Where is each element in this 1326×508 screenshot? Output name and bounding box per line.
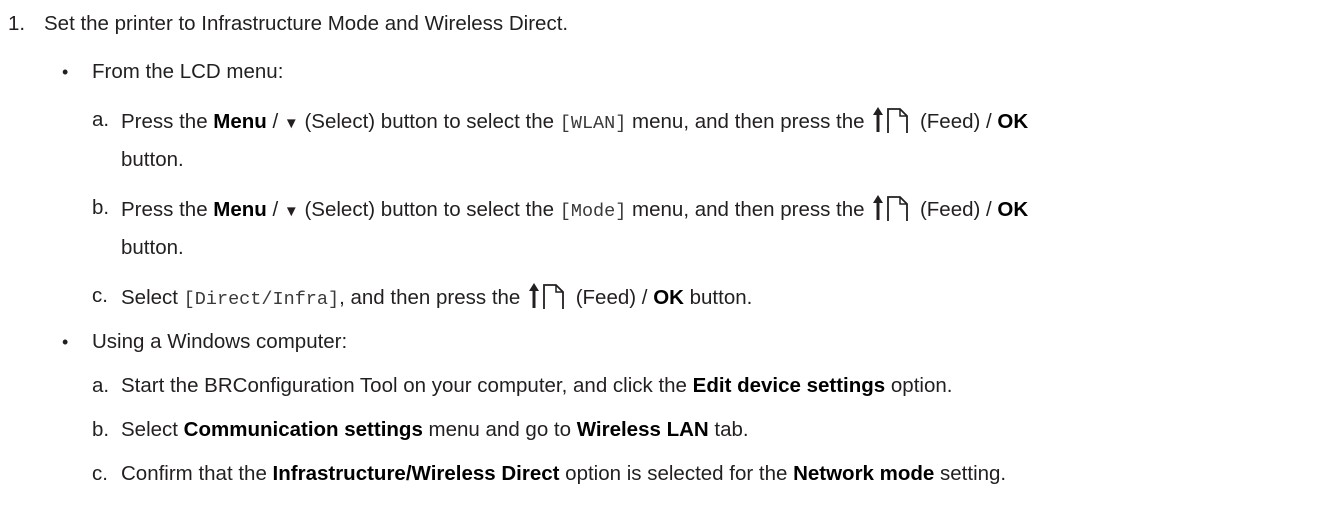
lcd-heading: From the LCD menu: (92, 60, 284, 83)
windows-step-a-letter: a. (92, 374, 110, 397)
windows-step-c-letter: c. (92, 462, 108, 485)
text: (Feed) / (570, 286, 654, 309)
text: / (266, 110, 284, 133)
menu-code: [Direct/Infra] (183, 289, 340, 310)
ok-button-label: OK (653, 286, 684, 309)
text: (Select) button to select the (298, 198, 560, 221)
text: option is selected for the (559, 462, 794, 485)
lcd-step-c-letter: c. (92, 284, 108, 307)
text: Confirm that the (121, 462, 273, 485)
bullet-windows: • (62, 332, 69, 352)
feed-button-icon (872, 194, 912, 222)
lcd-step-c: Select [Direct/Infra], and then press th… (121, 282, 752, 312)
text: Select (121, 418, 184, 441)
windows-step-a: Start the BRConfiguration Tool on your c… (121, 374, 952, 398)
lcd-step-b-cont: button. (121, 236, 184, 259)
network-mode-label: Network mode (793, 462, 935, 485)
step-number: 1. (8, 12, 26, 35)
wireless-lan-label: Wireless LAN (576, 418, 709, 441)
text: (Feed) / (914, 110, 998, 133)
menu-code: [WLAN] (559, 113, 627, 134)
text: menu, and then press the (626, 110, 871, 133)
text: Start the BRConfiguration Tool on your c… (121, 374, 693, 397)
text: menu and go to (422, 418, 577, 441)
text: (Feed) / (914, 198, 998, 221)
edit-device-settings-label: Edit device settings (692, 374, 886, 397)
lcd-step-a: Press the Menu / ▼ (Select) button to se… (121, 106, 1028, 136)
down-arrow-icon: ▼ (283, 203, 299, 220)
ok-button-label: OK (997, 198, 1029, 221)
text: option. (885, 374, 953, 397)
bullet-lcd: • (62, 62, 69, 82)
lcd-step-b-letter: b. (92, 196, 110, 219)
lcd-step-a-cont: button. (121, 148, 184, 171)
text: menu, and then press the (626, 198, 871, 221)
lcd-step-b: Press the Menu / ▼ (Select) button to se… (121, 194, 1028, 224)
text: Press the (121, 198, 214, 221)
windows-step-b-letter: b. (92, 418, 110, 441)
ok-button-label: OK (997, 110, 1029, 133)
text: tab. (708, 418, 749, 441)
down-arrow-icon: ▼ (283, 115, 299, 132)
infrastructure-wireless-direct-label: Infrastructure/Wireless Direct (272, 462, 560, 485)
text: (Select) button to select the (298, 110, 560, 133)
feed-button-icon (528, 282, 568, 310)
windows-step-b: Select Communication settings menu and g… (121, 418, 749, 442)
step-text: Set the printer to Infrastructure Mode a… (44, 12, 569, 35)
menu-button-label: Menu (213, 198, 267, 221)
text: button. (683, 286, 753, 309)
windows-step-c: Confirm that the Infrastructure/Wireless… (121, 462, 1006, 486)
text: Press the (121, 110, 214, 133)
menu-button-label: Menu (213, 110, 267, 133)
menu-code: [Mode] (559, 201, 627, 222)
text: setting. (934, 462, 1007, 485)
text: , and then press the (339, 286, 527, 309)
lcd-step-a-letter: a. (92, 108, 110, 131)
feed-button-icon (872, 106, 912, 134)
text: / (266, 198, 284, 221)
communication-settings-label: Communication settings (183, 418, 423, 441)
text: Select (121, 286, 184, 309)
windows-heading: Using a Windows computer: (92, 330, 348, 353)
